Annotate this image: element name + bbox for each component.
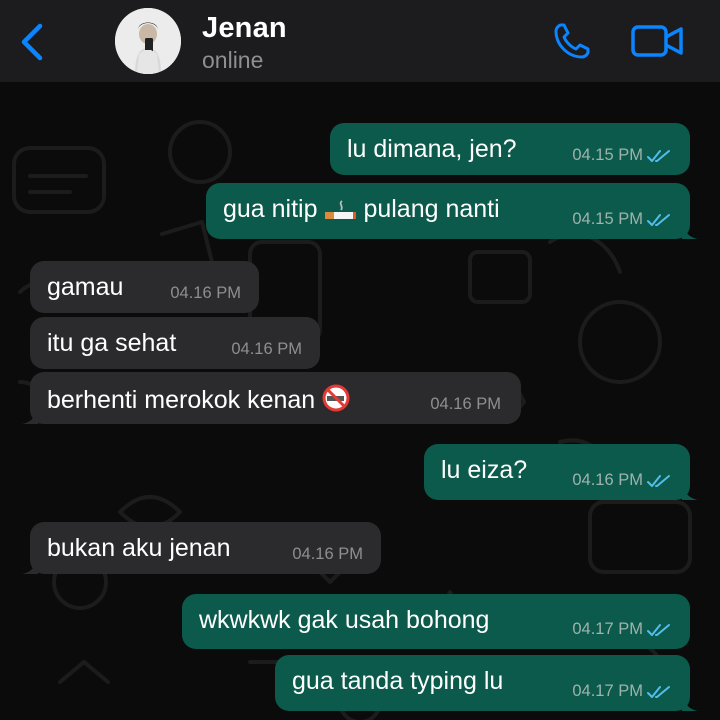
message-time: 04.15 PM [572,210,643,228]
avatar[interactable] [115,8,181,74]
avatar-photo [115,8,181,74]
bubble-tail [682,221,698,239]
message-bubble-outgoing[interactable]: wkwkwk gak usah bohong 04.17 PM [182,594,690,649]
double-check-icon [647,149,670,162]
message-time: 04.16 PM [231,340,302,358]
message-meta: 04.17 PM [572,682,673,701]
message-bubble-outgoing[interactable]: lu dimana, jen? 04.15 PM [330,123,690,175]
video-camera-icon[interactable] [630,22,684,60]
message-time: 04.16 PM [292,545,363,563]
message-time: 04.17 PM [572,620,643,638]
message-meta: 04.17 PM [572,620,673,639]
message-bubble-outgoing[interactable]: lu eiza? 04.16 PM [424,444,698,500]
message-bubble-outgoing[interactable]: gua nitip pulang nanti 04.15 PM [206,183,698,239]
message-text-after: pulang nanti [363,195,500,223]
message-text: gua nitip pulang nanti [223,195,500,224]
message-bubble-incoming[interactable]: berhenti merokok kenan 04.16 PM [22,372,521,424]
message-text: berhenti merokok kenan [47,384,350,415]
message-time: 04.16 PM [430,395,501,413]
double-check-icon [647,623,670,636]
message-bubble-outgoing[interactable]: gua tanda typing lu 04.17 PM [275,655,698,711]
message-bubble-incoming[interactable]: itu ga sehat 04.16 PM [30,317,320,369]
contact-status: online [202,47,264,73]
message-meta: 04.15 PM [572,210,673,229]
cigarette-emoji [325,200,357,219]
message-text: bukan aku jenan [47,534,231,562]
message-text-body: berhenti merokok kenan [47,386,316,414]
double-check-icon [647,685,670,698]
message-time: 04.17 PM [572,682,643,700]
message-bubble-incoming[interactable]: bukan aku jenan 04.16 PM [22,522,381,574]
message-text: itu ga sehat [47,329,177,357]
bubble-tail [22,556,38,574]
message-time: 04.15 PM [572,146,643,164]
chat-header: Jenan online [0,0,720,82]
message-text: wkwkwk gak usah bohong [199,606,490,634]
contact-name[interactable]: Jenan [202,12,287,45]
message-time: 04.16 PM [170,284,241,302]
message-meta: 04.16 PM [572,471,673,490]
bubble-tail [682,693,698,711]
message-text: gua tanda typing lu [292,667,504,695]
phone-icon[interactable] [552,21,592,61]
message-text: gamau [47,273,124,301]
message-time: 04.16 PM [572,471,643,489]
chevron-left-icon[interactable] [16,22,50,62]
chat-area[interactable]: lu dimana, jen? 04.15 PM gua nitip pulan… [0,82,720,720]
no-smoking-emoji [322,384,350,412]
message-text: lu eiza? [441,456,528,484]
message-text: lu dimana, jen? [347,135,517,163]
bubble-tail [682,482,698,500]
double-check-icon [647,474,670,487]
double-check-icon [647,213,670,226]
bubble-tail [22,406,38,424]
message-bubble-incoming[interactable]: gamau 04.16 PM [30,261,259,313]
message-meta: 04.15 PM [572,146,673,165]
message-text-before: gua nitip [223,195,318,223]
